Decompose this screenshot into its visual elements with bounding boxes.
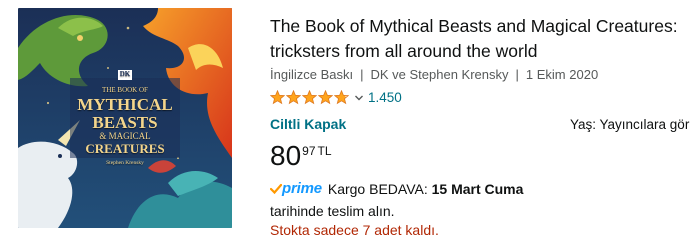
rating-summary[interactable]: 1.450 bbox=[270, 90, 402, 105]
delivery-suffix: tarihinde teslim alın. bbox=[270, 203, 395, 219]
prime-check-icon bbox=[270, 183, 282, 194]
star-icon bbox=[318, 90, 333, 105]
cover-line5: CREATURES bbox=[85, 141, 165, 156]
star-icon bbox=[270, 90, 285, 105]
price: 80 97 TL bbox=[270, 137, 332, 175]
shipping-prefix: Kargo BEDAVA: bbox=[327, 180, 428, 197]
prime-label: prime bbox=[282, 180, 322, 197]
shipping-date: 15 Mart Cuma bbox=[431, 180, 524, 197]
star-icon bbox=[286, 90, 301, 105]
format-link[interactable]: Ciltli Kapak bbox=[270, 116, 346, 132]
product-image[interactable]: DK THE BOOK OF MYTHICAL BEASTS & MAGICAL… bbox=[18, 8, 232, 228]
product-title-line2[interactable]: tricksters from all around the world bbox=[270, 41, 537, 61]
age-publisher-note: Yaş: Yayıncılara gör bbox=[570, 117, 690, 132]
rating-count-link[interactable]: 1.450 bbox=[368, 90, 402, 105]
star-icon bbox=[302, 90, 317, 105]
product-title[interactable]: The Book of Mythical Beasts and Magical … bbox=[270, 14, 690, 64]
price-fraction: 97 bbox=[302, 144, 316, 158]
release-date: 1 Ekim 2020 bbox=[525, 67, 599, 82]
cover-line1: THE BOOK OF bbox=[102, 86, 148, 94]
cover-byline: Stephen Krensky bbox=[106, 160, 144, 166]
author-label: DK ve Stephen Krensky bbox=[370, 67, 509, 82]
star-icon bbox=[334, 90, 349, 105]
price-currency: TL bbox=[317, 144, 332, 158]
product-byline: İngilizce Baskı | DK ve Stephen Krensky | 1 … bbox=[270, 67, 598, 82]
price-whole: 80 bbox=[270, 140, 302, 171]
cover-publisher-logo: DK bbox=[119, 70, 131, 78]
cover-line3: BEASTS bbox=[92, 113, 158, 132]
product-title-line1[interactable]: The Book of Mythical Beasts and Magical … bbox=[270, 16, 678, 36]
byline-separator: | bbox=[360, 67, 364, 82]
prime-badge: prime bbox=[270, 180, 322, 197]
cover-line2: MYTHICAL bbox=[77, 95, 173, 114]
star-rating[interactable] bbox=[270, 90, 350, 105]
cover-line4: & MAGICAL bbox=[99, 131, 151, 141]
chevron-down-icon[interactable] bbox=[354, 93, 364, 103]
edition-label: İngilizce Baskı bbox=[270, 67, 354, 82]
stock-note: Stokta sadece 7 adet kaldı. bbox=[270, 222, 439, 238]
byline-separator: | bbox=[515, 67, 519, 82]
shipping-line: prime Kargo BEDAVA: 15 Mart Cuma bbox=[270, 180, 523, 197]
